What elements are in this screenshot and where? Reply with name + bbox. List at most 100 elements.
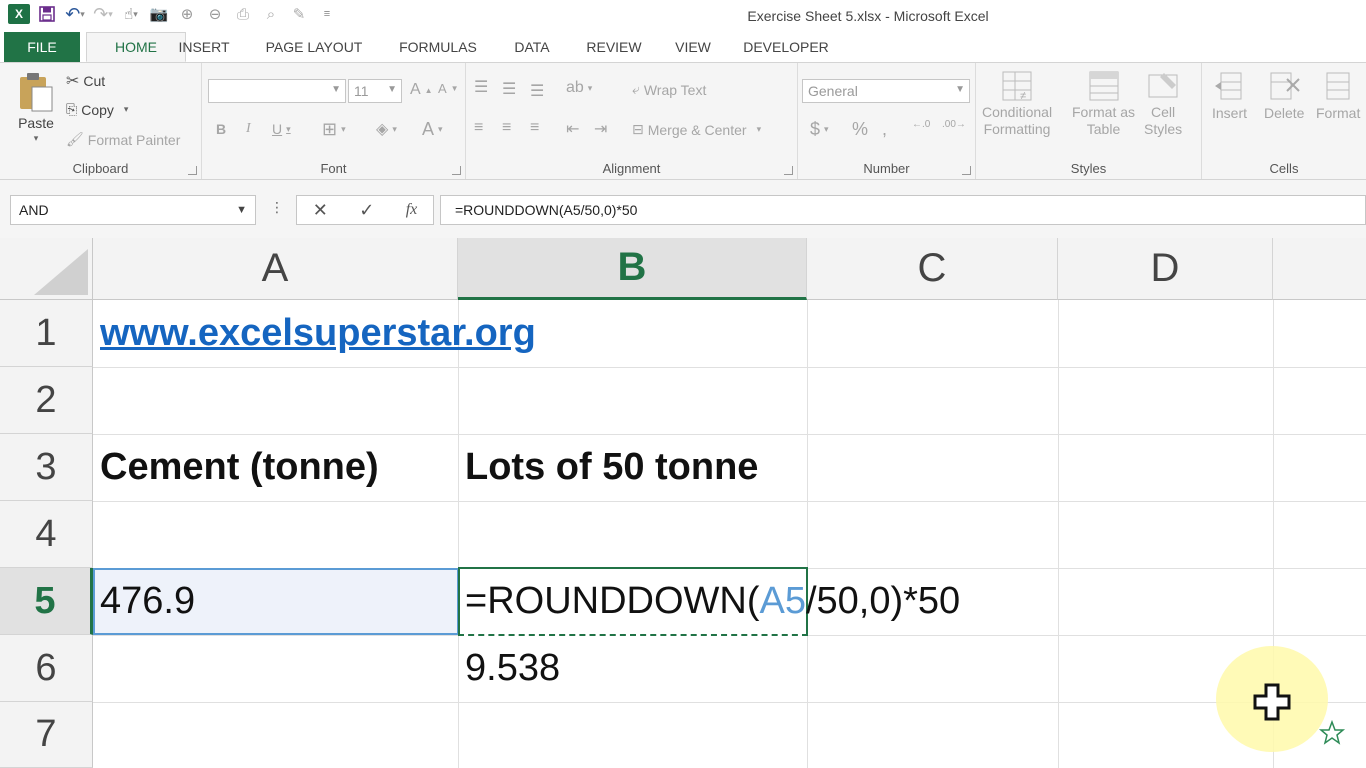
format-cells-button[interactable]: Format — [1316, 69, 1360, 121]
format-cells-icon — [1326, 72, 1350, 100]
paintbrush-icon: 🖌 — [66, 131, 84, 147]
tab-insert[interactable]: INSERT — [172, 32, 236, 62]
tab-view[interactable]: VIEW — [668, 32, 718, 62]
cut-button[interactable]: ✂ Cut — [66, 71, 105, 91]
format-as-table-button[interactable]: Format as Table — [1072, 69, 1135, 137]
cell-b3[interactable]: Lots of 50 tonne — [458, 434, 758, 501]
cell-b5-editing[interactable]: =ROUNDDOWN(A5/50,0)*50 — [458, 568, 960, 635]
clipboard-group-label: Clipboard — [72, 161, 129, 176]
row-header-2[interactable]: 2 — [0, 367, 93, 434]
svg-text:≠: ≠ — [1020, 90, 1026, 102]
clipboard-launcher-icon[interactable] — [188, 166, 197, 175]
row-header-3[interactable]: 3 — [0, 434, 93, 501]
insert-function-icon[interactable]: fx — [406, 201, 418, 219]
tab-formulas[interactable]: FORMULAS — [392, 32, 484, 62]
formula-bar-buttons: ✕ ✓ fx — [296, 195, 434, 225]
font-name-combo[interactable]: ▼ — [208, 79, 346, 103]
currency-icon[interactable]: $ ▾ — [810, 119, 829, 140]
ribbon-tabs: FILE HOME INSERT PAGE LAYOUT FORMULAS DA… — [0, 32, 1366, 62]
scissors-icon: ✂ — [66, 73, 80, 90]
tab-page-layout[interactable]: PAGE LAYOUT — [258, 32, 370, 62]
formula-bar: AND ▼ ⋮ ✕ ✓ fx =ROUNDDOWN(A5/50,0)*50 — [0, 180, 1366, 238]
align-top-icon[interactable]: ☰ — [474, 77, 488, 97]
copy-icon: ⎘ — [66, 101, 78, 117]
wrap-text-label: Wrap Text — [643, 81, 707, 98]
format-table-icon — [1089, 71, 1118, 101]
font-size-combo[interactable]: 11 ▼ — [348, 79, 402, 103]
decrease-indent-icon[interactable]: ⇤ — [566, 119, 579, 139]
column-header-d[interactable]: D — [1058, 238, 1273, 300]
paste-button[interactable]: Paste ▾ — [16, 71, 56, 144]
font-size-value: 11 — [354, 83, 369, 99]
decrease-decimal-icon[interactable]: .00→ — [942, 119, 966, 130]
confirm-entry-icon[interactable]: ✓ — [359, 200, 374, 221]
increase-decimal-icon[interactable]: ←.0 — [912, 119, 930, 130]
tab-home[interactable]: HOME — [86, 32, 186, 62]
clipboard-group: Paste ▾ ✂ Cut ⎘ Copy ▾ 🖌 Format Painter … — [0, 63, 202, 179]
font-color-icon[interactable]: A ▾ — [422, 119, 443, 140]
cell-a1-hyperlink[interactable]: www.excelsuperstar.org — [93, 300, 536, 367]
wrap-text-button[interactable]: ⤶ Wrap Text — [632, 81, 706, 98]
underline-icon[interactable]: U ▾ — [272, 121, 291, 137]
cell-select-cursor-icon — [1253, 683, 1291, 721]
row-header-5[interactable]: 5 — [0, 568, 93, 635]
row-header-1[interactable]: 1 — [0, 300, 93, 367]
format-painter-button[interactable]: 🖌 Format Painter — [66, 131, 180, 148]
shrink-font-icon[interactable]: A ▼ — [438, 81, 459, 96]
align-bottom-icon[interactable]: ☰ — [530, 81, 544, 101]
chevron-down-icon[interactable]: ▼ — [236, 204, 247, 216]
merge-center-button[interactable]: ⊟ Merge & Center ▾ — [632, 121, 761, 138]
tab-developer[interactable]: DEVELOPER — [740, 32, 832, 62]
row-header-7[interactable]: 7 — [0, 702, 93, 768]
formula-input[interactable]: =ROUNDDOWN(A5/50,0)*50 — [440, 195, 1366, 225]
cell-b6[interactable]: 9.538 — [458, 635, 560, 702]
copy-button[interactable]: ⎘ Copy ▾ — [66, 101, 128, 118]
number-launcher-icon[interactable] — [962, 166, 971, 175]
align-center-icon[interactable]: ≡ — [502, 119, 511, 137]
column-header-c[interactable]: C — [807, 238, 1058, 300]
align-middle-icon[interactable]: ☰ — [502, 79, 516, 99]
fill-color-icon[interactable]: ◈ ▾ — [376, 119, 397, 139]
row-header-4[interactable]: 4 — [0, 501, 93, 568]
cancel-entry-icon[interactable]: ✕ — [313, 200, 328, 221]
select-all-triangle-icon — [34, 249, 88, 295]
formula-cell-reference: A5 — [759, 580, 806, 622]
orientation-icon[interactable]: ab ▾ — [566, 79, 592, 97]
formula-bar-handle-icon[interactable]: ⋮ — [270, 199, 284, 216]
font-launcher-icon[interactable] — [452, 166, 461, 175]
comma-icon[interactable]: , — [882, 119, 887, 140]
number-format-combo[interactable]: General ▼ — [802, 79, 970, 103]
borders-icon[interactable]: ⊞ ▾ — [322, 119, 346, 140]
select-all-button[interactable] — [0, 238, 93, 300]
increase-indent-icon[interactable]: ⇥ — [594, 119, 607, 139]
tab-file[interactable]: FILE — [4, 32, 80, 62]
column-header-e[interactable] — [1273, 238, 1366, 300]
font-group-label: Font — [320, 161, 347, 176]
format-as-table-label-2: Table — [1086, 121, 1121, 137]
insert-cells-button[interactable]: Insert — [1212, 69, 1247, 121]
format-painter-label: Format Painter — [87, 131, 181, 148]
bold-icon[interactable]: B — [216, 121, 226, 137]
delete-cells-button[interactable]: Delete — [1264, 69, 1304, 121]
cell-styles-button[interactable]: Cell Styles — [1144, 69, 1182, 137]
formula-text: =ROUNDDOWN(A5/50,0)*50 — [455, 202, 638, 218]
percent-icon[interactable]: % — [852, 119, 868, 140]
grow-font-icon[interactable]: A ▲ — [410, 81, 433, 99]
name-box[interactable]: AND ▼ — [10, 195, 256, 225]
align-left-icon[interactable]: ≡ — [474, 119, 483, 137]
align-right-icon[interactable]: ≡ — [530, 119, 539, 137]
watermark-star-icon — [1318, 720, 1346, 745]
title-bar: X ↶ ▾ ↷ ▾ ☝ ▾ 📷 ⊕ ⊖ ⎙ ⌕ ✎ ≡ Exercise Sheet … — [0, 0, 1366, 32]
tab-data[interactable]: DATA — [506, 32, 558, 62]
insert-cells-label: Insert — [1212, 105, 1248, 121]
column-header-b[interactable]: B — [458, 238, 807, 300]
italic-icon[interactable]: I — [246, 121, 251, 137]
alignment-launcher-icon[interactable] — [784, 166, 793, 175]
name-box-value: AND — [19, 202, 49, 218]
conditional-formatting-button[interactable]: ≠ Conditional Formatting — [982, 69, 1052, 137]
row-header-6[interactable]: 6 — [0, 635, 93, 702]
cell-a3[interactable]: Cement (tonne) — [93, 434, 379, 501]
tab-review[interactable]: REVIEW — [582, 32, 646, 62]
cell-a5[interactable]: 476.9 — [93, 568, 195, 635]
column-header-a[interactable]: A — [93, 238, 458, 300]
